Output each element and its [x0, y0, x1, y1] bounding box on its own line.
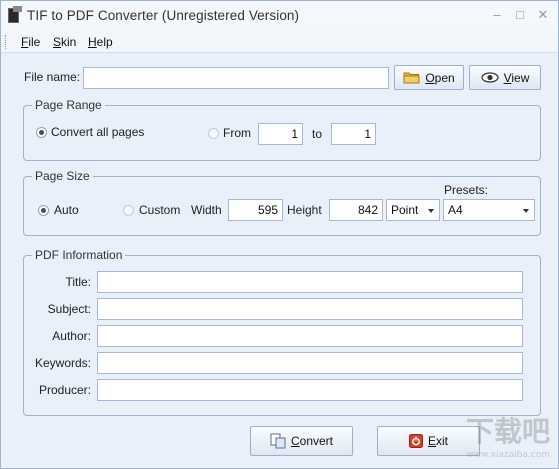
app-icon: [8, 6, 22, 23]
unit-select[interactable]: Point: [386, 199, 440, 221]
title-field[interactable]: [97, 271, 523, 293]
open-button[interactable]: Open: [394, 65, 464, 90]
keywords-field-label: Keywords:: [34, 356, 91, 370]
height-input[interactable]: [329, 199, 383, 221]
convert-button-label: Convert: [290, 434, 334, 448]
minimize-button[interactable]: –: [488, 7, 506, 23]
file-name-label: File name:: [24, 70, 81, 84]
menu-skin[interactable]: Skin: [53, 35, 76, 49]
watermark-sub: www.xiazaiba.com: [466, 450, 550, 460]
maximize-button[interactable]: □: [511, 7, 529, 23]
custom-radio[interactable]: [123, 205, 134, 216]
menu-help[interactable]: Help: [88, 35, 113, 49]
producer-field-label: Producer:: [38, 383, 91, 397]
subject-field-label: Subject:: [47, 302, 91, 316]
title-field-label: Title:: [65, 275, 91, 289]
presets-label: Presets:: [444, 183, 489, 197]
from-label: From: [223, 126, 251, 140]
custom-label: Custom: [139, 203, 181, 217]
view-button-label: View: [503, 70, 530, 85]
title-bar: TIF to PDF Converter (Unregistered Versi…: [1, 1, 558, 31]
window-title: TIF to PDF Converter (Unregistered Versi…: [27, 8, 300, 23]
app-window: TIF to PDF Converter (Unregistered Versi…: [0, 0, 559, 469]
watermark-main: 下载吧: [465, 415, 550, 448]
close-button[interactable]: ✕: [534, 7, 552, 23]
preset-value: A4: [448, 203, 463, 217]
width-label: Width: [191, 203, 222, 217]
folder-icon: [403, 72, 420, 84]
page-size-title: Page Size: [32, 169, 93, 183]
page-range-title: Page Range: [32, 98, 105, 112]
keywords-field[interactable]: [97, 352, 523, 374]
view-button[interactable]: View: [469, 65, 541, 90]
author-field-label: Author:: [52, 329, 91, 343]
chevron-down-icon: [523, 209, 529, 213]
convert-all-label: Convert all pages: [51, 125, 145, 139]
to-input[interactable]: [331, 123, 376, 145]
producer-field[interactable]: [97, 379, 523, 401]
menu-file[interactable]: File: [21, 35, 40, 49]
open-button-label: Open: [425, 70, 455, 85]
chevron-down-icon: [428, 209, 434, 213]
height-label: Height: [287, 203, 322, 217]
from-input[interactable]: [258, 123, 303, 145]
menu-bar: File Skin Help: [1, 31, 558, 53]
eye-icon: [480, 72, 499, 83]
convert-all-radio[interactable]: [36, 127, 47, 138]
width-input[interactable]: [228, 199, 283, 221]
auto-label: Auto: [54, 203, 79, 217]
author-field[interactable]: [97, 325, 523, 347]
site-watermark: 下载吧 www.xiazaiba.com: [420, 414, 550, 464]
auto-radio[interactable]: [38, 205, 49, 216]
file-name-input[interactable]: [83, 67, 389, 89]
convert-button[interactable]: Convert: [250, 426, 353, 456]
subject-field[interactable]: [97, 298, 523, 320]
presets-select[interactable]: A4: [443, 199, 535, 221]
convert-icon: [270, 433, 286, 449]
pdf-info-title: PDF Information: [32, 248, 126, 262]
menu-grip: [5, 35, 8, 49]
to-label: to: [312, 127, 323, 141]
unit-value: Point: [391, 203, 419, 217]
from-radio[interactable]: [208, 128, 219, 139]
